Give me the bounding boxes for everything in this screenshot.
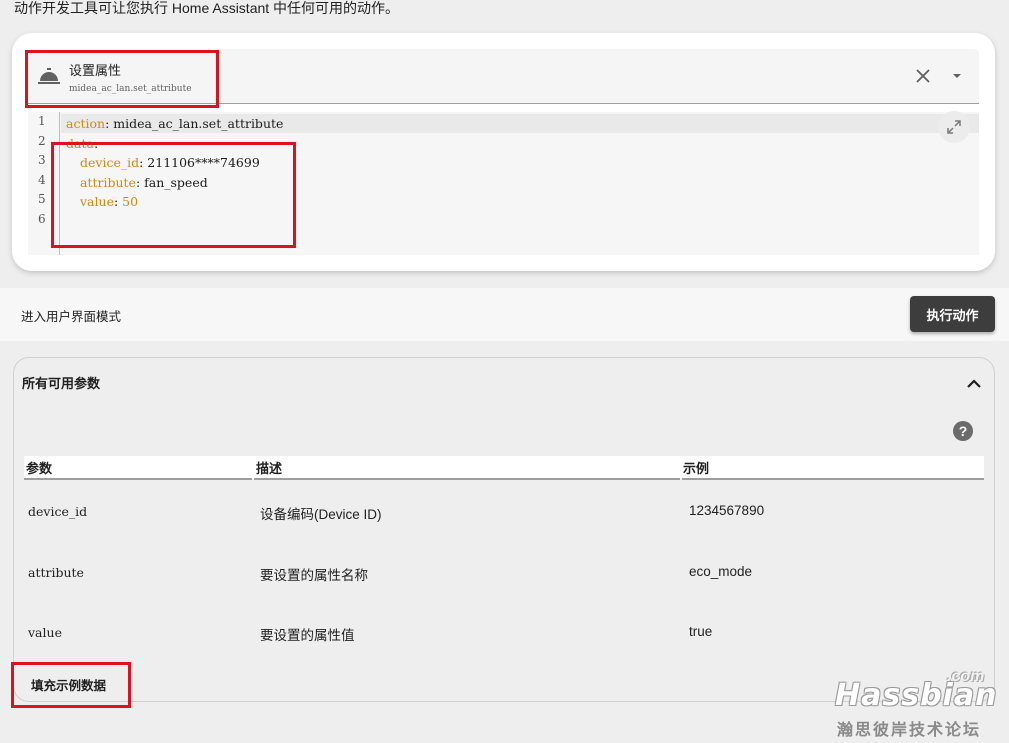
chevron-down-icon[interactable] bbox=[946, 65, 968, 87]
service-select[interactable]: 设置属性 midea_ac_lan.set_attribute bbox=[28, 49, 979, 104]
service-id: midea_ac_lan.set_attribute bbox=[69, 84, 192, 94]
line-number: 1 bbox=[38, 114, 46, 128]
line-number: 5 bbox=[38, 192, 46, 206]
chevron-up-icon[interactable] bbox=[963, 373, 985, 395]
line-number: 6 bbox=[38, 212, 46, 226]
help-circle-icon[interactable]: ? bbox=[952, 420, 974, 442]
yaml-separator: : bbox=[135, 175, 145, 190]
ui-mode-toggle[interactable]: 进入用户界面模式 bbox=[21, 306, 121, 325]
intro-text: 动作开发工具可让您执行 Home Assistant 中任何可用的动作。 bbox=[14, 0, 400, 16]
column-header-param: 参数 bbox=[26, 461, 53, 476]
line-number: 3 bbox=[38, 153, 46, 167]
fullscreen-button[interactable] bbox=[938, 111, 970, 143]
line-gutter: 1 2 3 4 5 6 ⌄ bbox=[28, 112, 60, 255]
param-example: 1234567890 bbox=[689, 503, 765, 518]
fold-marker-icon[interactable]: ⌄ bbox=[49, 136, 57, 147]
yaml-editor[interactable]: 1 2 3 4 5 6 ⌄ action: midea_ac_lan.set_a… bbox=[28, 112, 979, 255]
header-divider bbox=[254, 478, 680, 480]
watermark-logo: .com Hassbian 瀚思彼岸技术论坛 bbox=[835, 668, 1000, 740]
yaml-value: 50 bbox=[122, 194, 139, 209]
yaml-key: data bbox=[66, 136, 94, 151]
yaml-key: value bbox=[80, 194, 114, 209]
param-example: true bbox=[689, 624, 713, 639]
yaml-key: device_id bbox=[80, 155, 140, 170]
code-line: value: 50 bbox=[80, 192, 138, 211]
yaml-separator: : bbox=[93, 136, 99, 151]
mode-bar: 进入用户界面模式 执行动作 bbox=[0, 288, 1009, 341]
header-divider bbox=[24, 478, 252, 480]
service-name: 设置属性 bbox=[69, 63, 122, 78]
yaml-separator: : bbox=[113, 194, 123, 209]
fill-example-data-button[interactable]: 填充示例数据 bbox=[31, 675, 106, 694]
code-line: device_id: 211106****74699 bbox=[80, 153, 260, 172]
yaml-key: attribute bbox=[80, 175, 136, 190]
close-icon[interactable] bbox=[912, 65, 934, 87]
watermark-main: Hassbian bbox=[835, 678, 998, 713]
svg-text:?: ? bbox=[959, 423, 968, 439]
header-divider bbox=[682, 478, 984, 480]
code-line: attribute: fan_speed bbox=[80, 173, 208, 192]
action-card: 设置属性 midea_ac_lan.set_attribute 1 2 3 4 … bbox=[12, 33, 995, 271]
param-desc: 设备编码(Device ID) bbox=[260, 507, 382, 522]
yaml-value: 211106****74699 bbox=[147, 155, 260, 170]
table-header-bg bbox=[24, 456, 984, 479]
column-header-example: 示例 bbox=[683, 461, 710, 476]
code-line: data: bbox=[66, 134, 98, 153]
column-header-desc: 描述 bbox=[256, 461, 283, 476]
param-example: eco_mode bbox=[689, 564, 753, 579]
param-name: device_id bbox=[28, 504, 88, 519]
param-name: attribute bbox=[28, 565, 84, 580]
yaml-value: midea_ac_lan.set_attribute bbox=[113, 116, 284, 131]
param-desc: 要设置的属性名称 bbox=[260, 568, 368, 583]
param-desc: 要设置的属性值 bbox=[260, 628, 355, 643]
yaml-key: action bbox=[66, 116, 106, 131]
params-panel: 所有可用参数 ? 参数 描述 示例 device_id 设备编码(Device … bbox=[13, 357, 995, 702]
line-number: 4 bbox=[38, 173, 46, 187]
code-line: action: midea_ac_lan.set_attribute bbox=[61, 114, 979, 133]
run-action-button[interactable]: 执行动作 bbox=[910, 296, 995, 332]
params-title: 所有可用参数 bbox=[22, 376, 101, 391]
room-service-icon bbox=[38, 68, 60, 84]
watermark-sub: 瀚思彼岸技术论坛 bbox=[837, 722, 982, 739]
param-name: value bbox=[28, 625, 62, 640]
expand-icon bbox=[947, 120, 961, 134]
yaml-value: fan_speed bbox=[144, 175, 208, 190]
